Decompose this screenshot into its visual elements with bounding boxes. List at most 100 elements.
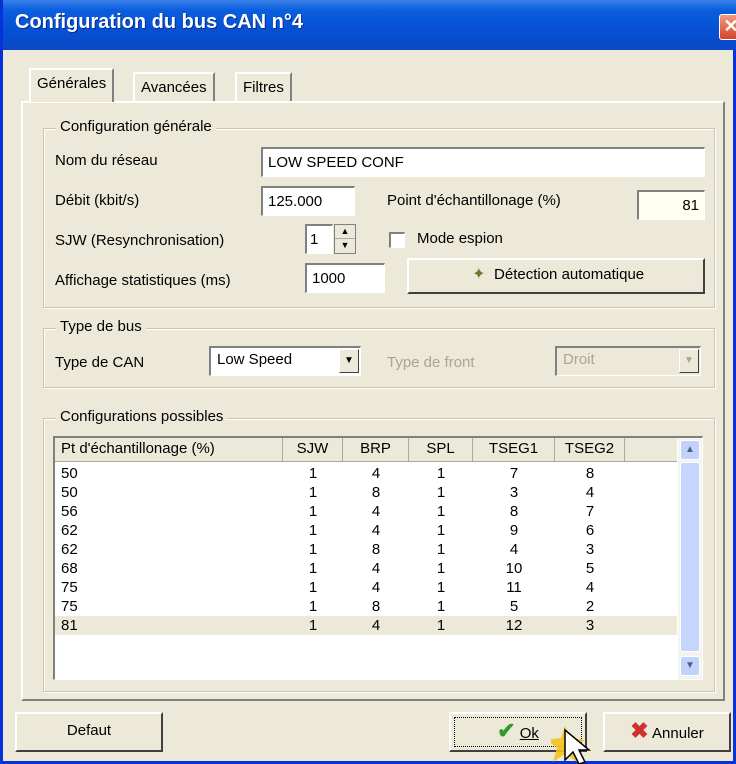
- cell-brp: 4: [371, 465, 381, 482]
- dialog-window: Configuration du bus CAN n°4 ✕ Générales…: [0, 0, 736, 764]
- edge-type-select[interactable]: Droit ▼: [555, 346, 701, 376]
- magic-wand-icon: ✦: [472, 266, 486, 283]
- table-row[interactable]: 81 1 4 1 12 3: [55, 616, 677, 635]
- cell-tseg2: 8: [585, 465, 595, 482]
- cell-sample-point: 56: [61, 503, 78, 520]
- column-header-tseg1[interactable]: TSEG1: [473, 438, 555, 462]
- cell-spl: 1: [436, 617, 446, 634]
- spin-down-icon[interactable]: ▼: [335, 239, 355, 253]
- cell-brp: 8: [371, 484, 381, 501]
- cell-tseg2: 2: [585, 598, 595, 615]
- table-row[interactable]: 50 1 8 1 3 4: [55, 483, 677, 502]
- cell-brp: 4: [371, 579, 381, 596]
- tab-generales[interactable]: Générales: [29, 68, 115, 102]
- sjw-input[interactable]: 1: [305, 224, 333, 254]
- network-name-input[interactable]: LOW SPEED CONF: [261, 147, 705, 177]
- cell-tseg1: 3: [509, 484, 519, 501]
- title-bar[interactable]: Configuration du bus CAN n°4 ✕: [3, 0, 736, 50]
- cancel-x-icon: ✖: [630, 718, 649, 743]
- default-button[interactable]: Defaut: [15, 712, 163, 752]
- cell-sjw: 1: [308, 598, 318, 615]
- cell-spl: 1: [436, 465, 446, 482]
- column-header-filler: [625, 438, 677, 462]
- table-row[interactable]: 62 1 4 1 9 6: [55, 521, 677, 540]
- configs-scrollbar[interactable]: ▲ ▼: [678, 438, 702, 679]
- tab-filtres[interactable]: Filtres: [235, 72, 292, 102]
- cell-sjw: 1: [308, 503, 318, 520]
- can-type-select[interactable]: Low Speed ▼: [209, 346, 361, 376]
- table-row[interactable]: 75 1 8 1 5 2: [55, 597, 677, 616]
- checkmark-icon: ✔: [497, 718, 516, 743]
- configs-legend: Configurations possibles: [56, 408, 228, 425]
- cell-sample-point: 75: [61, 579, 78, 596]
- window-title: Configuration du bus CAN n°4: [15, 11, 303, 33]
- edge-type-value: Droit: [563, 351, 595, 368]
- cell-tseg1: 8: [509, 503, 519, 520]
- cell-tseg1: 11: [506, 579, 522, 596]
- sjw-spinner[interactable]: ▲ ▼: [334, 224, 356, 254]
- tab-avancees[interactable]: Avancées: [133, 72, 215, 102]
- edge-type-label: Type de front: [387, 354, 475, 371]
- cell-spl: 1: [436, 598, 446, 615]
- table-row[interactable]: 75 1 4 1 11 4: [55, 578, 677, 597]
- autodetect-label: Détection automatique: [494, 266, 645, 283]
- sample-point-label: Point d'échantillonage (%): [387, 192, 561, 209]
- cell-spl: 1: [436, 560, 446, 577]
- cell-tseg1: 5: [509, 598, 519, 615]
- cell-tseg1: 9: [509, 522, 519, 539]
- spy-mode-checkbox[interactable]: [389, 232, 405, 248]
- table-row[interactable]: 62 1 8 1 4 3: [55, 540, 677, 559]
- column-header-tseg2[interactable]: TSEG2: [555, 438, 625, 462]
- cell-brp: 4: [371, 503, 381, 520]
- network-name-label: Nom du réseau: [55, 152, 158, 169]
- cell-spl: 1: [436, 522, 446, 539]
- cell-tseg1: 7: [509, 465, 519, 482]
- cell-sjw: 1: [308, 522, 318, 539]
- chevron-down-icon[interactable]: ▼: [679, 349, 699, 373]
- scroll-up-icon[interactable]: ▲: [680, 440, 700, 460]
- cell-tseg2: 3: [585, 541, 595, 558]
- ok-label: Ok: [519, 725, 539, 742]
- stats-label: Affichage statistiques (ms): [55, 272, 231, 289]
- spy-mode-label: Mode espion: [417, 230, 503, 247]
- cell-sjw: 1: [308, 541, 318, 558]
- cell-tseg1: 10: [505, 560, 523, 577]
- cell-brp: 8: [371, 541, 381, 558]
- cell-sample-point: 62: [61, 541, 78, 558]
- cell-brp: 8: [371, 598, 381, 615]
- column-header-sample-point[interactable]: Pt d'échantillonage (%): [55, 438, 283, 462]
- bitrate-input[interactable]: 125.000: [261, 186, 355, 216]
- cell-tseg2: 5: [585, 560, 595, 577]
- cell-tseg2: 4: [585, 579, 595, 596]
- mouse-cursor-icon: [551, 726, 592, 764]
- chevron-down-icon[interactable]: ▼: [339, 349, 359, 373]
- column-header-brp[interactable]: BRP: [343, 438, 409, 462]
- spin-up-icon[interactable]: ▲: [335, 225, 355, 239]
- cell-tseg2: 7: [585, 503, 595, 520]
- column-header-sjw[interactable]: SJW: [283, 438, 343, 462]
- stats-input[interactable]: 1000: [305, 263, 385, 293]
- cell-sample-point: 81: [61, 617, 78, 634]
- cell-sjw: 1: [308, 560, 318, 577]
- scroll-down-icon[interactable]: ▼: [680, 656, 700, 676]
- table-row[interactable]: 50 1 4 1 7 8: [55, 464, 677, 483]
- close-button[interactable]: ✕: [719, 14, 736, 40]
- cell-brp: 4: [371, 522, 381, 539]
- cancel-button[interactable]: ✖ Annuler: [603, 712, 731, 752]
- cell-spl: 1: [436, 541, 446, 558]
- autodetect-button[interactable]: ✦ Détection automatique: [407, 258, 705, 294]
- bitrate-label: Débit (kbit/s): [55, 192, 140, 209]
- cell-tseg1: 4: [509, 541, 519, 558]
- cell-tseg2: 6: [585, 522, 595, 539]
- table-row[interactable]: 68 1 4 1 10 5: [55, 559, 677, 578]
- scroll-thumb[interactable]: [680, 462, 700, 652]
- configs-listview[interactable]: Pt d'échantillonage (%) SJW BRP SPL TSEG…: [53, 436, 703, 680]
- cell-sample-point: 50: [61, 484, 78, 501]
- cancel-label: Annuler: [652, 725, 704, 742]
- table-row[interactable]: 56 1 4 1 8 7: [55, 502, 677, 521]
- cell-tseg2: 4: [585, 484, 595, 501]
- cell-spl: 1: [436, 484, 446, 501]
- cell-sjw: 1: [308, 465, 318, 482]
- column-header-spl[interactable]: SPL: [409, 438, 473, 462]
- cell-brp: 4: [371, 617, 381, 634]
